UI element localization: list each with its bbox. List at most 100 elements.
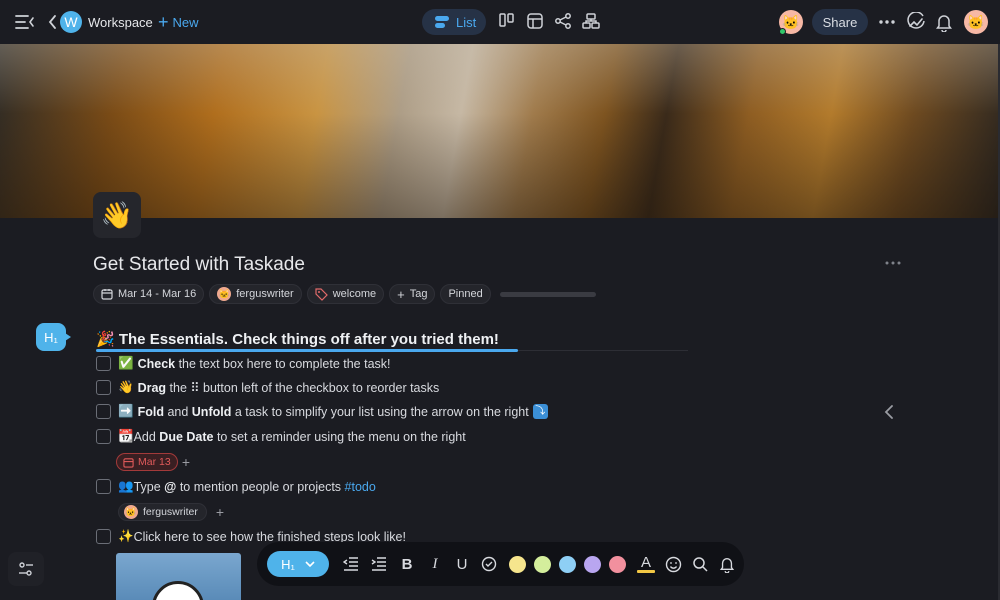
heading-dropdown[interactable]: H₁ — [267, 551, 329, 577]
assignee-label: ferguswriter — [143, 506, 198, 518]
page-emoji[interactable]: 👋 — [93, 192, 141, 238]
heading-format-badge[interactable]: H₁ — [36, 323, 71, 351]
wave-emoji: 👋 — [118, 380, 134, 394]
share-button[interactable]: Share — [812, 9, 868, 35]
task-bold-text: Fold — [137, 404, 164, 419]
add-attribute-plus-icon[interactable]: + — [178, 454, 194, 470]
pinned-chip[interactable]: Pinned — [440, 284, 491, 304]
assignee-chip[interactable]: 🐱 ferguswriter — [118, 503, 207, 521]
workspace-avatar[interactable]: W — [60, 11, 82, 33]
sliders-icon — [19, 562, 33, 576]
color-swatch[interactable] — [534, 555, 551, 573]
italic-button[interactable]: I — [425, 551, 445, 577]
plus-icon: + — [397, 286, 405, 302]
heading-focus-underline — [96, 349, 518, 352]
task-item[interactable]: ✅ Check the text box here to complete th… — [96, 356, 391, 371]
color-swatch[interactable] — [509, 555, 526, 573]
task-item[interactable]: ➡️ Fold and Unfold a task to simplify yo… — [96, 404, 548, 419]
emoji-picker-icon[interactable] — [663, 551, 683, 577]
format-toolbar: H₁ B I U A — [257, 542, 744, 586]
color-swatch[interactable] — [584, 555, 601, 573]
cover-image-shading — [0, 44, 998, 218]
reminder-bell-icon[interactable] — [717, 551, 737, 577]
task-item[interactable]: 📆 Add Due Date to set a reminder using t… — [96, 429, 466, 444]
arrow-right-emoji: ➡️ — [118, 404, 134, 418]
section-heading[interactable]: 🎉 The Essentials. Check things off after… — [96, 330, 499, 348]
task-text: to mention people or projects — [176, 479, 345, 494]
workspace-label[interactable]: Workspace — [88, 15, 153, 30]
add-attribute-plus-icon[interactable]: + — [212, 504, 228, 520]
page-meta-row: Mar 14 - Mar 16 🐱 ferguswriter welcome +… — [93, 284, 596, 304]
task-bold-text: @ — [164, 479, 177, 494]
view-list-button[interactable]: List — [422, 9, 486, 35]
owner-label: ferguswriter — [236, 288, 294, 300]
user-avatar[interactable]: 🐱 — [964, 10, 988, 34]
view-list-label: List — [456, 14, 477, 30]
page-more-options-icon[interactable] — [884, 258, 902, 268]
orgchart-view-icon[interactable] — [582, 12, 600, 30]
task-bold-text: Unfold — [191, 404, 232, 419]
people-emoji: 👥 — [118, 479, 134, 493]
add-tag-label: Tag — [409, 288, 428, 300]
hashtag-link[interactable]: #todo — [345, 480, 376, 494]
task-checkbox[interactable] — [96, 404, 111, 419]
task-bold-text: Check — [137, 356, 176, 371]
task-checkbox[interactable] — [96, 479, 111, 494]
bold-button[interactable]: B — [397, 551, 417, 577]
outdent-icon[interactable] — [341, 551, 361, 577]
task-checkbox[interactable] — [96, 356, 111, 371]
activity-icon[interactable] — [906, 12, 926, 32]
calendar-icon — [123, 457, 134, 468]
sidebar-toggle-icon[interactable] — [14, 12, 36, 32]
color-swatch[interactable] — [559, 555, 576, 573]
task-checkbox[interactable] — [96, 429, 111, 444]
task-text: Type — [133, 479, 165, 494]
mindmap-view-icon[interactable] — [554, 12, 572, 30]
assignee-avatar: 🐱 — [124, 505, 138, 519]
task-image-attachment[interactable] — [116, 553, 241, 600]
underline-button[interactable]: U — [452, 551, 472, 577]
task-checkbox[interactable] — [96, 380, 111, 395]
indent-icon[interactable] — [369, 551, 389, 577]
task-item[interactable]: 👋 Drag the ⠿ button left of the checkbox… — [96, 380, 439, 395]
tag-icon — [315, 287, 328, 301]
task-item[interactable]: 👥 Type @ to mention people or projects #… — [96, 479, 376, 494]
page-title[interactable]: Get Started with Taskade — [93, 254, 305, 276]
tag-chip[interactable]: welcome — [306, 284, 385, 304]
task-text: a task to simplify your list using the a… — [231, 404, 529, 419]
display-settings-button[interactable] — [8, 552, 44, 586]
task-text: the text box here to complete the task! — [175, 356, 391, 371]
color-swatch[interactable] — [609, 555, 626, 573]
chevron-left-icon[interactable] — [882, 404, 896, 420]
section-heading-text: The Essentials. Check things off after y… — [118, 331, 499, 348]
owner-chip[interactable]: 🐱 ferguswriter — [209, 284, 302, 304]
text-color-label: A — [640, 553, 651, 571]
tag-label: welcome — [332, 288, 377, 300]
due-date-chip[interactable]: Mar 13 — [116, 453, 178, 471]
top-bar: W Workspace + New List 🐱 Share 🐱 — [0, 0, 1000, 44]
add-tag-button[interactable]: + Tag — [389, 284, 436, 304]
search-icon[interactable] — [690, 551, 710, 577]
task-text: Add — [133, 429, 160, 444]
text-color-button[interactable]: A — [635, 551, 657, 577]
plus-icon: + — [158, 12, 169, 32]
task-text: and — [163, 404, 192, 419]
task-bold-text: Drag — [137, 380, 167, 395]
owner-avatar: 🐱 — [217, 287, 232, 301]
notifications-bell-icon[interactable] — [935, 12, 953, 32]
heading-dropdown-label: H₁ — [281, 556, 295, 572]
date-range-chip[interactable]: Mar 14 - Mar 16 — [93, 284, 205, 304]
new-button-label: New — [172, 14, 199, 30]
task-checkbox[interactable] — [96, 529, 111, 544]
chevron-left-icon[interactable] — [46, 13, 60, 31]
board-view-icon[interactable] — [498, 12, 516, 30]
new-button[interactable]: + New — [158, 11, 199, 33]
calendar-emoji: 📆 — [118, 429, 134, 443]
completion-progress-bar — [499, 291, 596, 297]
table-view-icon[interactable] — [526, 12, 544, 30]
checklist-icon[interactable] — [479, 551, 499, 577]
arrow-down-key-icon: ⤵ — [532, 404, 548, 419]
due-date-label: Mar 13 — [138, 456, 171, 468]
sparkles-emoji: ✨ — [118, 529, 134, 543]
more-options-icon[interactable] — [878, 14, 896, 30]
